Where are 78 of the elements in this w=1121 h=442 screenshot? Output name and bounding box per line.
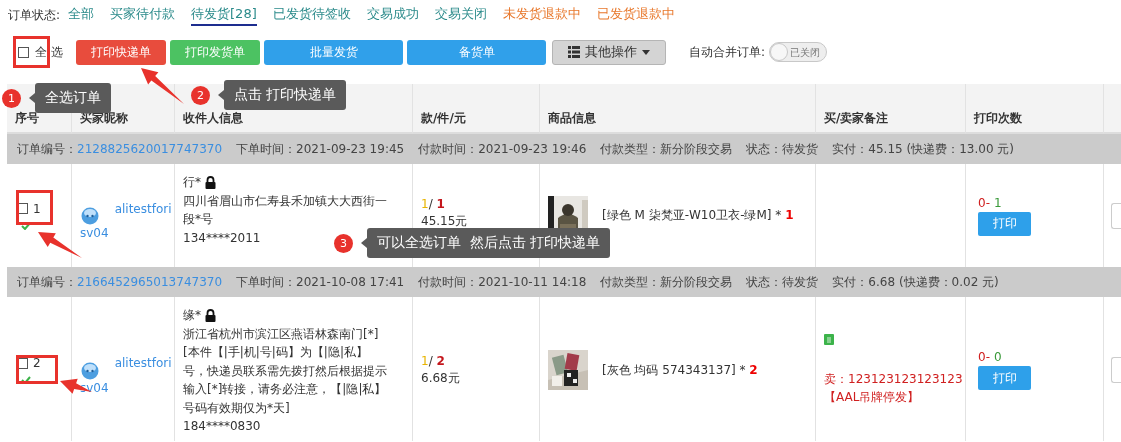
order-info-text: 付款类型：新分阶段交易: [600, 140, 733, 158]
product-spec: [灰色 均码 574343137] * 2: [602, 361, 758, 379]
order-number-link[interactable]: 2166452965013747370: [77, 275, 223, 289]
status-tab[interactable]: 全部: [68, 4, 95, 26]
order-info-text: 下单时间：2021-09-23 19:45: [236, 140, 405, 158]
order-info-text: 下单时间：2021-10-08 17:41: [236, 273, 405, 291]
order-info-text: 付款时间：2021-09-23 19:46: [418, 140, 587, 158]
tooltip: 全选订单: [29, 83, 111, 113]
highlight-frame: [16, 190, 53, 225]
toolbar-button[interactable]: 批量发货: [264, 39, 403, 65]
order-info-text: 状态：待发货: [746, 273, 819, 291]
input-field[interactable]: [1111, 357, 1121, 384]
column-header: 买/卖家备注: [816, 84, 966, 134]
buyer-name-link[interactable]: alitestfori: [114, 356, 172, 371]
note-icon: [824, 334, 834, 346]
order-info-text: 实付：6.68 (快递费：0.02 元): [832, 273, 999, 291]
toolbar-button[interactable]: 备货单: [407, 39, 546, 65]
pointer-icon: [29, 93, 35, 103]
status-tab[interactable]: 未发货退款中: [502, 4, 581, 26]
order-number-label: 订单编号：: [17, 273, 77, 291]
order-info-text: 付款类型：新分阶段交易: [600, 273, 733, 291]
recipient-name: 缘*: [183, 307, 201, 324]
pointer-icon: [218, 90, 224, 100]
toolbar-button[interactable]: 打印快递单: [76, 39, 166, 65]
recipient-name: 行*: [183, 174, 201, 191]
order-info-text: 状态：待发货: [746, 140, 819, 158]
column-header: 打印次数: [966, 84, 1104, 134]
seller-remark: 卖：123123123123123: [824, 371, 963, 389]
price-text: 45.15元: [421, 212, 468, 230]
status-tab[interactable]: 交易关闭: [434, 4, 487, 26]
buyer-name-link[interactable]: alitestfori: [114, 201, 172, 216]
print-count: 0- 0: [978, 350, 1002, 365]
more-actions-button[interactable]: 其他操作: [552, 39, 666, 65]
recipient-phone: 134****2011: [183, 229, 261, 247]
status-tab[interactable]: 待发货[28]: [191, 4, 257, 26]
auto-merge-label: 自动合并订单:: [689, 43, 766, 61]
toggle-switch[interactable]: 已关闭: [769, 42, 828, 62]
tooltip: 可以全选订单 然后点击 打印快递单: [361, 228, 611, 258]
tooltip: 点击 打印快递单: [218, 80, 347, 110]
order-number-link[interactable]: 2128825620017747370: [77, 142, 223, 156]
quantity-text: 1/ 1: [421, 195, 445, 213]
status-label: 订单状态:: [8, 6, 61, 24]
print-button[interactable]: 打印: [978, 211, 1031, 236]
remark-tag: 【AAL吊牌停发】: [824, 388, 963, 407]
step-badge: 3: [334, 233, 353, 253]
lock-icon: [205, 175, 216, 189]
product-spec: [绿色 M 柒梵亚-W10卫衣-绿M] * 1: [602, 207, 794, 224]
print-button[interactable]: 打印: [978, 366, 1031, 391]
input-field[interactable]: [1111, 202, 1121, 229]
toolbar-button[interactable]: 打印发货单: [170, 39, 260, 65]
caret-icon: [642, 49, 650, 55]
status-tab[interactable]: 已发货退款中: [596, 4, 675, 26]
highlight-frame: [16, 355, 58, 384]
lock-icon: [205, 308, 216, 322]
pointer-icon: [361, 238, 367, 248]
status-tab[interactable]: 已发货待签收: [272, 4, 351, 26]
column-header: 商品信息: [540, 84, 816, 134]
quantity-text: 1/ 2: [421, 353, 445, 371]
print-count: 0- 1: [978, 195, 1002, 210]
order-info-text: 实付：45.15 (快递费：13.00 元): [832, 140, 1015, 158]
arrow: [38, 232, 82, 258]
order-number-label: 订单编号：: [17, 140, 77, 158]
order-info-text: 付款时间：2021-10-11 14:18: [418, 273, 587, 291]
row-number: 1: [33, 201, 41, 216]
checkbox[interactable]: [17, 357, 28, 369]
price-text: 6.68元: [421, 370, 460, 388]
avatar-icon: [80, 205, 100, 225]
list-icon: [568, 46, 580, 58]
checkbox[interactable]: [17, 203, 28, 214]
status-tab[interactable]: 买家待付款: [110, 4, 176, 26]
recipient-address: 浙江省杭州市滨江区燕语林森南门[*][本件【|手|机|号|码】为【|隐|私】号，快递员联系需先拨打然后根据提示输入[*]转接，请务必注意，【|隐|私】号码有效期仅为*天]: [183, 325, 388, 417]
status-tab[interactable]: 交易成功: [366, 4, 419, 26]
row-number: 2: [33, 356, 41, 371]
checkbox[interactable]: [18, 46, 29, 58]
recipient-address: 四川省眉山市仁寿县禾加镇大大西街一段*号: [183, 192, 388, 228]
column-header: 款/件/元: [413, 84, 540, 134]
recipient-phone: 184****0830: [183, 418, 261, 435]
buyer-name-link[interactable]: sv04: [80, 226, 109, 240]
